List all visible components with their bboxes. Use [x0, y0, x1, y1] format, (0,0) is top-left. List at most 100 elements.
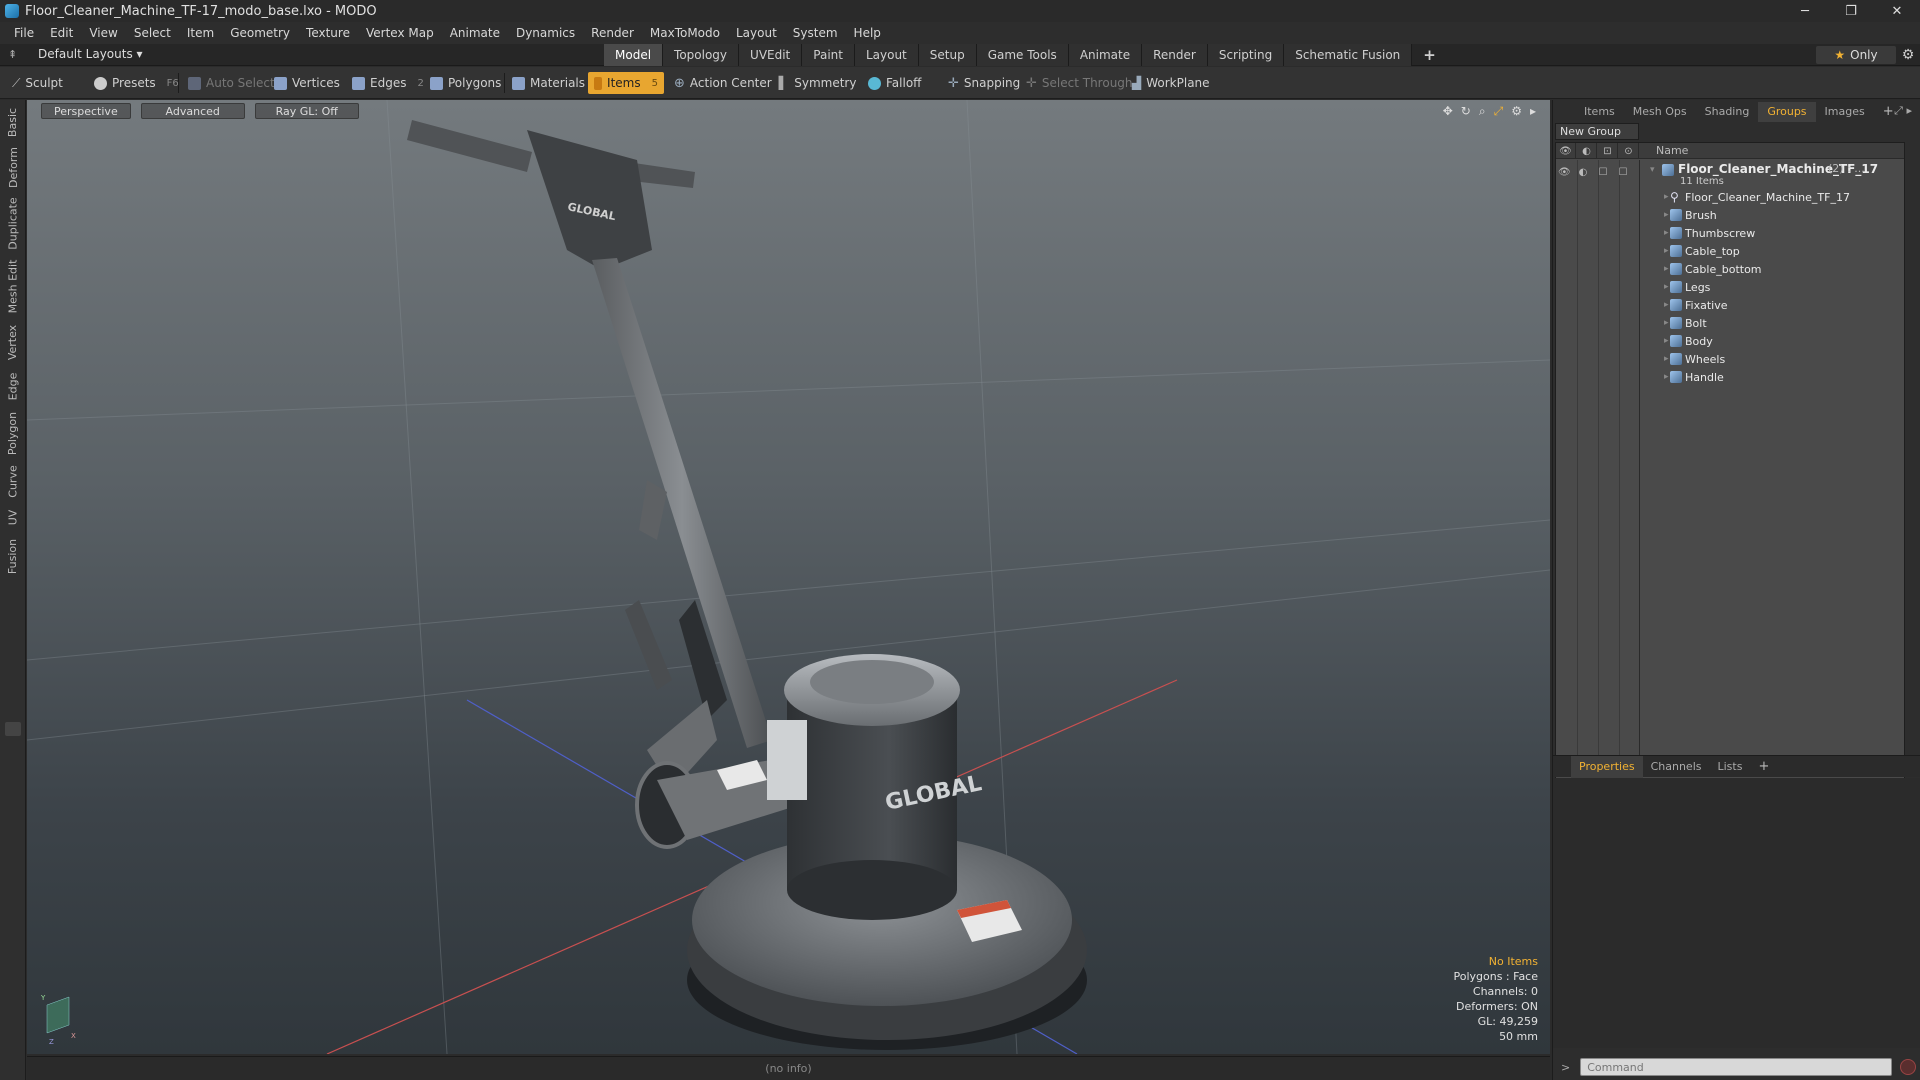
menu-view[interactable]: View: [81, 26, 125, 40]
list-item[interactable]: ▸ Brush: [1640, 206, 1906, 224]
layout-selector[interactable]: Default Layouts ▾: [38, 47, 143, 61]
visibility-column-icon[interactable]: 👁: [1556, 143, 1576, 159]
3d-viewport[interactable]: GLOBAL GLOBAL Y X Z Perspective Advanced…: [27, 100, 1550, 1054]
group-visibility-icon[interactable]: 👁: [1558, 167, 1571, 178]
render-column-icon[interactable]: ◐: [1577, 143, 1597, 159]
menu-dynamics[interactable]: Dynamics: [508, 26, 583, 40]
list-item[interactable]: ▸ Bolt: [1640, 314, 1906, 332]
list-item[interactable]: ▸ Fixative: [1640, 296, 1906, 314]
tab-curve[interactable]: Curve: [3, 462, 23, 500]
tab-mesh-edit[interactable]: Mesh Edit: [3, 256, 23, 316]
list-item[interactable]: ▸ Wheels: [1640, 350, 1906, 368]
menu-vertex-map[interactable]: Vertex Map: [358, 26, 442, 40]
tab-render[interactable]: Render: [1142, 44, 1208, 66]
toggle-panel-button[interactable]: [5, 722, 21, 736]
shading-advanced-button[interactable]: Advanced: [140, 103, 245, 119]
tab-uvedit[interactable]: UVEdit: [739, 44, 803, 66]
tab-scripting[interactable]: Scripting: [1207, 44, 1285, 66]
new-group-button[interactable]: New Group: [1555, 123, 1639, 140]
menu-help[interactable]: Help: [846, 26, 889, 40]
auto-select-button[interactable]: Auto Select: [182, 72, 281, 94]
layout-pin-icon[interactable]: ⇞: [8, 48, 17, 61]
tab-lists[interactable]: Lists: [1710, 756, 1751, 778]
sculpt-button[interactable]: ⟋ Sculpt: [6, 72, 69, 94]
menu-select[interactable]: Select: [126, 26, 179, 40]
tab-animate[interactable]: Animate: [1068, 44, 1143, 66]
menu-texture[interactable]: Texture: [298, 26, 358, 40]
add-props-tab-button[interactable]: +: [1750, 756, 1777, 778]
tab-mesh-ops[interactable]: Mesh Ops: [1624, 102, 1696, 122]
tab-game-tools[interactable]: Game Tools: [976, 44, 1069, 66]
group-row[interactable]: ▾ Floor_Cleaner_Machine_TF_17 (2) : ... …: [1640, 160, 1906, 188]
menu-edit[interactable]: Edit: [42, 26, 81, 40]
name-column-header[interactable]: Name: [1656, 143, 1688, 159]
group-select-icon[interactable]: ☐: [1618, 167, 1628, 178]
pan-icon[interactable]: ✥: [1443, 104, 1453, 119]
symmetry-button[interactable]: ▐ Symmetry: [768, 72, 862, 94]
orbit-icon[interactable]: ↻: [1461, 104, 1471, 119]
list-item[interactable]: ▸ Body: [1640, 332, 1906, 350]
add-tab-button[interactable]: +: [1412, 44, 1447, 66]
tab-vertex[interactable]: Vertex: [3, 320, 23, 364]
list-item[interactable]: ▸ Handle: [1640, 368, 1906, 386]
raygl-button[interactable]: Ray GL: Off: [254, 103, 359, 119]
list-item[interactable]: ▸ Cable_bottom: [1640, 260, 1906, 278]
list-item[interactable]: ▸ Legs: [1640, 278, 1906, 296]
close-button[interactable]: ✕: [1874, 0, 1920, 22]
tab-channels[interactable]: Channels: [1643, 756, 1710, 778]
materials-button[interactable]: Materials: [506, 72, 591, 94]
tab-deform[interactable]: Deform: [3, 144, 23, 190]
zoom-icon[interactable]: ⌕: [1479, 104, 1486, 119]
group-render-icon[interactable]: ◐: [1578, 167, 1588, 178]
list-item[interactable]: ▸ Cable_top: [1640, 242, 1906, 260]
tab-layout[interactable]: Layout: [854, 44, 919, 66]
only-toggle[interactable]: ★ Only: [1816, 46, 1896, 64]
tab-topology[interactable]: Topology: [663, 44, 740, 66]
lock-column-icon[interactable]: ⊡: [1598, 143, 1618, 159]
tab-setup[interactable]: Setup: [918, 44, 977, 66]
command-stop-icon[interactable]: [1900, 1059, 1917, 1075]
fit-icon[interactable]: ⤢: [1494, 104, 1504, 119]
command-input[interactable]: Command: [1580, 1058, 1893, 1076]
expand-panel-icon[interactable]: ⤢ ▸: [1894, 104, 1912, 118]
menu-item[interactable]: Item: [179, 26, 222, 40]
tab-basic[interactable]: Basic: [3, 104, 23, 140]
snapping-button[interactable]: ✛ Snapping: [942, 72, 1026, 94]
viewport-menu-arrow-icon[interactable]: ▸: [1530, 104, 1536, 119]
tab-schematic-fusion[interactable]: Schematic Fusion: [1284, 44, 1413, 66]
view-perspective-button[interactable]: Perspective: [41, 103, 131, 119]
tab-fusion[interactable]: Fusion: [3, 534, 23, 578]
menu-maxtomodo[interactable]: MaxToModo: [642, 26, 728, 40]
tab-polygon[interactable]: Polygon: [3, 408, 23, 458]
group-lock-icon[interactable]: ☐: [1598, 167, 1608, 178]
viewport-gear-icon[interactable]: ⚙: [1511, 104, 1522, 119]
tab-paint[interactable]: Paint: [802, 44, 855, 66]
polygons-button[interactable]: Polygons: [424, 72, 507, 94]
tab-groups[interactable]: Groups: [1758, 102, 1816, 122]
tab-uv[interactable]: UV: [3, 504, 23, 530]
list-item[interactable]: ▸ Thumbscrew: [1640, 224, 1906, 242]
command-history-arrow[interactable]: >: [1561, 1061, 1570, 1074]
menu-geometry[interactable]: Geometry: [222, 26, 298, 40]
select-through-button[interactable]: ✛ Select Through: [1020, 72, 1139, 94]
restore-button[interactable]: ❐: [1828, 0, 1874, 22]
menu-file[interactable]: File: [6, 26, 42, 40]
menu-system[interactable]: System: [785, 26, 846, 40]
edges-button[interactable]: Edges 2: [346, 72, 430, 94]
tab-edge[interactable]: Edge: [3, 368, 23, 404]
falloff-button[interactable]: Falloff: [862, 72, 927, 94]
tab-items[interactable]: Items: [1575, 102, 1624, 122]
tab-shading[interactable]: Shading: [1696, 102, 1759, 122]
tab-duplicate[interactable]: Duplicate: [3, 194, 23, 252]
gear-icon[interactable]: ⚙: [1896, 44, 1920, 66]
minimize-button[interactable]: ─: [1782, 0, 1828, 22]
menu-layout[interactable]: Layout: [728, 26, 785, 40]
tab-model[interactable]: Model: [604, 44, 664, 66]
action-center-button[interactable]: ⊕ Action Center: [668, 72, 778, 94]
tab-images[interactable]: Images: [1816, 102, 1874, 122]
select-column-icon[interactable]: ⊙: [1619, 143, 1639, 159]
menu-animate[interactable]: Animate: [442, 26, 508, 40]
list-item[interactable]: ▸ ⚲ Floor_Cleaner_Machine_TF_17: [1640, 188, 1906, 206]
presets-button[interactable]: Presets F6: [88, 72, 185, 94]
workplane-button[interactable]: ▟ WorkPlane: [1126, 72, 1216, 94]
